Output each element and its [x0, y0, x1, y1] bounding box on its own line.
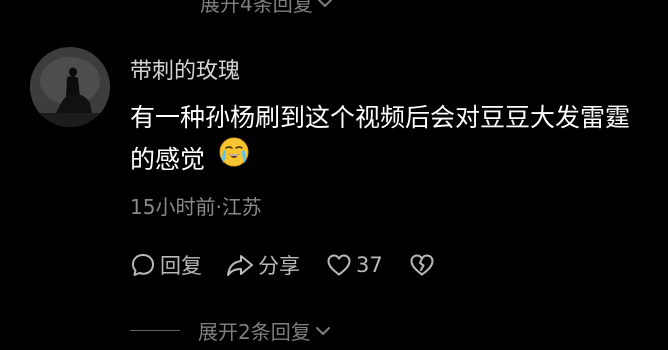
comment-time: 15小时前 [130, 195, 216, 219]
reply-divider [130, 330, 180, 331]
comment-actions: 回复 分享 37 [130, 250, 435, 280]
expand-replies-bottom-label: 展开2条回复 [198, 320, 311, 344]
avatar-image [30, 47, 110, 127]
avatar[interactable] [30, 47, 110, 127]
like-button[interactable]: 37 [326, 253, 383, 277]
heart-icon [327, 254, 351, 276]
broken-heart-icon [410, 254, 434, 276]
chevron-down-icon [315, 326, 330, 335]
expand-replies-top[interactable]: 展开4条回复 [200, 0, 333, 17]
share-button[interactable]: 分享 [226, 250, 300, 280]
expand-replies-bottom[interactable]: 展开2条回复 [130, 316, 331, 345]
comment-text: 有一种孙杨刷到这个视频后会对豆豆大发雷霆的感觉 [130, 103, 631, 174]
like-count: 37 [356, 253, 383, 277]
dislike-button[interactable] [409, 253, 435, 277]
comment-body: 有一种孙杨刷到这个视频后会对豆豆大发雷霆的感觉 [130, 97, 635, 181]
reply-label: 回复 [160, 254, 202, 278]
expand-replies-top-label: 展开4条回复 [200, 0, 313, 16]
comment-meta: 15小时前·江苏 [130, 191, 262, 220]
reply-button[interactable]: 回复 [130, 250, 202, 280]
loudly-crying-face-icon [219, 137, 249, 180]
username[interactable]: 带刺的玫瑰 [130, 53, 240, 85]
share-label: 分享 [258, 254, 300, 278]
comment-location: 江苏 [221, 195, 262, 219]
reply-bubble-icon [132, 254, 154, 276]
share-arrow-icon [227, 255, 253, 276]
chevron-down-icon [317, 0, 332, 7]
